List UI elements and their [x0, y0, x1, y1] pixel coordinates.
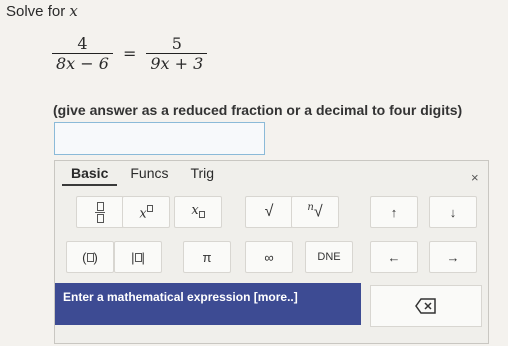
- down-arrow-key[interactable]: ↓: [429, 196, 477, 228]
- backspace-button[interactable]: [370, 285, 482, 327]
- tab-basic[interactable]: Basic: [62, 163, 118, 186]
- expression-prompt-bar[interactable]: Enter a mathematical expression [more..]: [55, 283, 361, 325]
- infinity-key[interactable]: ∞: [245, 241, 293, 273]
- backspace-icon: [415, 298, 436, 314]
- sqrt-icon: √: [264, 203, 274, 220]
- left-arrow-key[interactable]: ←: [370, 241, 418, 273]
- close-icon[interactable]: ×: [471, 170, 479, 185]
- expression-prompt-text: Enter a mathematical expression [more..]: [63, 290, 298, 304]
- left-denominator: 8x − 6: [52, 53, 113, 73]
- pi-label: π: [202, 249, 212, 265]
- question-prompt: Solve for x: [6, 2, 78, 20]
- pi-key[interactable]: π: [183, 241, 231, 273]
- power-icon: x: [139, 202, 153, 222]
- fraction-key[interactable]: [76, 196, 124, 228]
- answer-instruction: (give answer as a reduced fraction or a …: [53, 102, 463, 118]
- power-key[interactable]: x: [122, 196, 170, 228]
- tab-funcs[interactable]: Funcs: [121, 163, 177, 186]
- dne-key[interactable]: DNE: [305, 241, 353, 273]
- absolute-value-key[interactable]: | |: [114, 241, 162, 273]
- up-arrow-icon: ↑: [390, 204, 398, 220]
- right-numerator: 5: [171, 34, 182, 53]
- subscript-icon: x: [191, 203, 205, 221]
- equals-sign: =: [122, 44, 137, 63]
- dne-label: DNE: [317, 251, 341, 263]
- absolute-value-icon: | |: [131, 249, 145, 265]
- right-arrow-icon: →: [446, 249, 460, 265]
- left-fraction: 4 8x − 6: [52, 34, 113, 73]
- right-denominator: 9x + 3: [146, 53, 208, 73]
- up-arrow-key[interactable]: ↑: [370, 196, 418, 228]
- left-numerator: 4: [77, 34, 88, 53]
- sqrt-key[interactable]: √: [245, 196, 293, 228]
- prompt-text: Solve for: [6, 3, 66, 20]
- subscript-key[interactable]: x: [174, 196, 222, 228]
- down-arrow-icon: ↓: [449, 204, 457, 220]
- right-fraction: 5 9x + 3: [146, 34, 208, 73]
- tab-trig[interactable]: Trig: [181, 163, 223, 186]
- answer-input[interactable]: [54, 122, 265, 155]
- prompt-variable: x: [69, 2, 78, 20]
- parentheses-icon: (): [82, 249, 98, 265]
- nth-root-icon: n√: [307, 202, 323, 221]
- keypad-tabs: Basic Funcs Trig: [62, 163, 227, 186]
- left-arrow-icon: ←: [387, 249, 401, 265]
- right-arrow-key[interactable]: →: [429, 241, 477, 273]
- infinity-label: ∞: [264, 249, 274, 265]
- fraction-icon: [95, 201, 105, 223]
- equation: 4 8x − 6 = 5 9x + 3: [52, 34, 208, 73]
- parentheses-key[interactable]: (): [66, 241, 114, 273]
- nth-root-key[interactable]: n√: [291, 196, 339, 228]
